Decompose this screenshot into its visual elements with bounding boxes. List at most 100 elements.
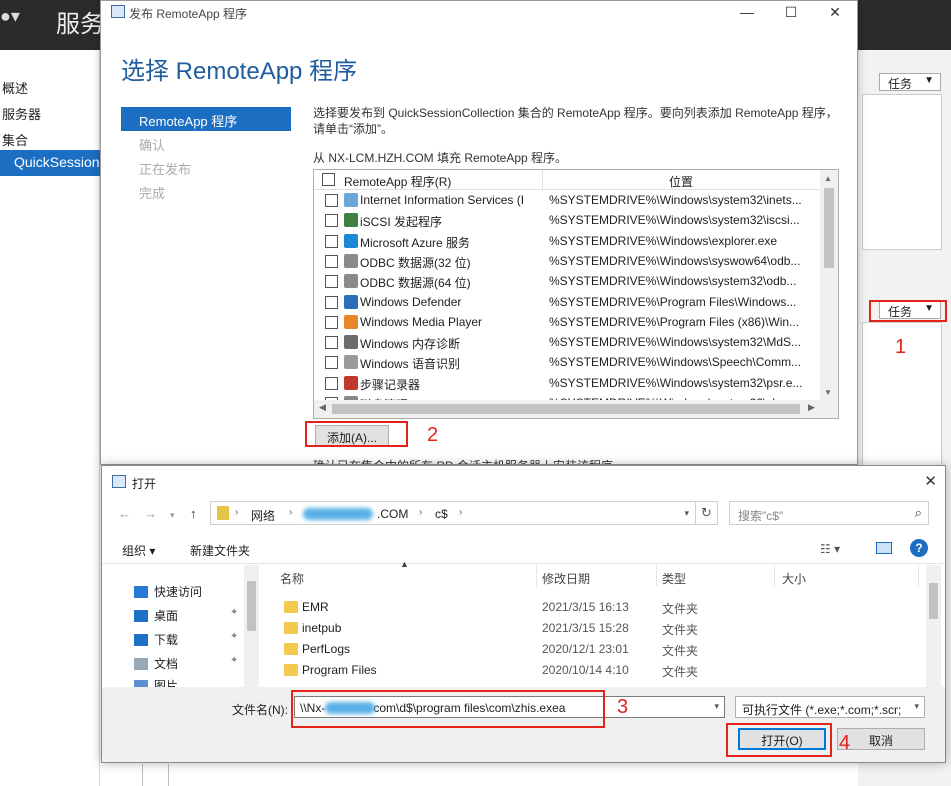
program-row[interactable]: Microsoft Azure 服务 %SYSTEMDRIVE%\Windows\… bbox=[314, 231, 820, 251]
filetype-select[interactable]: 可执行文件 (*.exe;*.com;*.scr; ▾ bbox=[735, 696, 925, 718]
tasks-dropdown-top[interactable]: 任务 ▼ bbox=[879, 73, 941, 91]
breadcrumb-separator-icon[interactable]: › bbox=[419, 507, 422, 518]
column-divider[interactable] bbox=[656, 565, 657, 587]
program-row[interactable]: Windows 内存诊断 %SYSTEMDRIVE%\Windows\system… bbox=[314, 332, 820, 352]
minimize-icon[interactable]: — bbox=[725, 1, 769, 25]
program-checkbox[interactable] bbox=[325, 194, 338, 207]
program-checkbox[interactable] bbox=[325, 214, 338, 228]
scroll-thumb[interactable] bbox=[824, 188, 834, 268]
remoteapp-program-list[interactable]: RemoteApp 程序(R) 位置 Internet Information … bbox=[313, 169, 839, 419]
nav-item-servers[interactable]: 服务器 bbox=[2, 104, 41, 123]
annotation-number-3: 3 bbox=[617, 696, 629, 718]
breadcrumb-network[interactable]: 网络 bbox=[251, 507, 275, 524]
program-location: %SYSTEMDRIVE%\Windows\system32\iscsi... bbox=[549, 213, 800, 228]
program-checkbox[interactable] bbox=[325, 275, 338, 289]
pin-icon[interactable]: ✦ bbox=[230, 607, 238, 618]
program-row[interactable]: ODBC 数据源(64 位) %SYSTEMDRIVE%\Windows\syst… bbox=[314, 271, 820, 291]
scroll-thumb[interactable] bbox=[929, 583, 938, 619]
new-folder-button[interactable]: 新建文件夹 bbox=[190, 542, 250, 559]
file-row[interactable]: PerfLogs 2020/12/1 23:01 文件夹 bbox=[270, 639, 920, 660]
scroll-left-icon[interactable]: ◀ bbox=[319, 402, 326, 413]
pin-icon[interactable]: ✦ bbox=[230, 655, 238, 666]
organize-button[interactable]: 组织 ▾ bbox=[122, 542, 155, 559]
vertical-scrollbar[interactable]: ▲ ▼ bbox=[820, 170, 838, 402]
column-header-location[interactable]: 位置 bbox=[669, 173, 693, 190]
tree-item[interactable]: 快速访问 bbox=[134, 583, 202, 603]
file-row[interactable]: inetpub 2021/3/15 15:28 文件夹 bbox=[270, 618, 920, 639]
column-divider[interactable] bbox=[774, 565, 775, 587]
program-checkbox[interactable] bbox=[325, 336, 338, 350]
column-header-date[interactable]: 修改日期 bbox=[542, 570, 590, 587]
select-all-checkbox[interactable] bbox=[322, 173, 335, 186]
program-row[interactable]: 步骤记录器 %SYSTEMDRIVE%\Windows\system32\psr.… bbox=[314, 373, 820, 393]
program-row[interactable]: Windows 语音识别 %SYSTEMDRIVE%\Windows\Speech… bbox=[314, 352, 820, 372]
file-list-scrollbar[interactable] bbox=[926, 565, 941, 687]
back-arrow-icon[interactable]: ← bbox=[118, 506, 131, 521]
column-header-program[interactable]: RemoteApp 程序(R) bbox=[344, 173, 451, 190]
program-checkbox[interactable] bbox=[325, 295, 338, 309]
file-date: 2021/3/15 16:13 bbox=[542, 600, 629, 614]
search-input[interactable]: 搜索"c$" ⌕ bbox=[729, 501, 929, 525]
file-name: Program Files bbox=[302, 663, 377, 677]
recent-chevron-icon[interactable]: ▾ bbox=[170, 510, 175, 521]
program-checkbox[interactable] bbox=[325, 376, 338, 390]
navigation-tree: 快速访问 桌面 ✦ 下载 ✦ 文档 ✦ 图片 bbox=[102, 565, 259, 693]
scroll-up-icon[interactable]: ▲ bbox=[824, 174, 832, 183]
tree-item[interactable]: 文档 ✦ bbox=[134, 655, 238, 675]
breadcrumb-host[interactable]: .COM bbox=[377, 507, 408, 521]
program-checkbox[interactable] bbox=[325, 254, 338, 268]
forward-arrow-icon[interactable]: → bbox=[144, 506, 157, 521]
tree-scrollbar[interactable] bbox=[244, 565, 259, 687]
tree-item[interactable]: 下载 ✦ bbox=[134, 631, 238, 651]
nav-item-quicksession[interactable]: QuickSession bbox=[0, 150, 100, 176]
program-location: %SYSTEMDRIVE%\Windows\Speech\Comm... bbox=[549, 355, 802, 370]
scroll-thumb[interactable] bbox=[247, 581, 256, 631]
program-row[interactable]: ODBC 数据源(32 位) %SYSTEMDRIVE%\Windows\sysw… bbox=[314, 251, 820, 271]
step-confirm: 确认 bbox=[139, 138, 166, 153]
file-row[interactable]: EMR 2021/3/15 16:13 文件夹 bbox=[270, 597, 920, 618]
view-options-icon[interactable]: ☷ ▾ bbox=[820, 542, 840, 556]
menu-arrow-icon[interactable]: ●▾ bbox=[0, 6, 20, 27]
column-divider[interactable] bbox=[918, 565, 919, 587]
pin-icon[interactable]: ✦ bbox=[230, 631, 238, 642]
program-checkbox[interactable] bbox=[325, 315, 338, 329]
scroll-right-icon[interactable]: ▶ bbox=[808, 402, 815, 413]
nav-item-overview[interactable]: 概述 bbox=[2, 78, 28, 97]
nav-item-collections[interactable]: 集合 bbox=[2, 130, 28, 149]
program-row[interactable]: Windows Media Player %SYSTEMDRIVE%\Progra… bbox=[314, 312, 820, 332]
program-checkbox[interactable] bbox=[325, 234, 338, 248]
column-header-type[interactable]: 类型 bbox=[662, 570, 686, 587]
program-row[interactable]: iSCSI 发起程序 %SYSTEMDRIVE%\Windows\system32… bbox=[314, 210, 820, 230]
step-remoteapp-programs[interactable]: RemoteApp 程序 bbox=[121, 107, 291, 131]
breadcrumb-separator-icon[interactable]: › bbox=[289, 507, 292, 518]
scroll-thumb[interactable] bbox=[332, 404, 800, 414]
program-row[interactable]: Windows Defender %SYSTEMDRIVE%\Program Fi… bbox=[314, 292, 820, 312]
scroll-down-icon[interactable]: ▼ bbox=[824, 388, 832, 397]
breadcrumb-separator-icon[interactable]: › bbox=[235, 507, 238, 518]
tree-item[interactable]: 桌面 ✦ bbox=[134, 607, 238, 627]
horizontal-scrollbar[interactable]: ◀ ▶ bbox=[314, 400, 838, 418]
column-header-size[interactable]: 大小 bbox=[782, 570, 806, 587]
column-divider[interactable] bbox=[536, 565, 537, 587]
filetype-dropdown-icon[interactable]: ▾ bbox=[914, 701, 919, 712]
wizard-titlebar: 发布 RemoteApp 程序 — ☐ ✕ bbox=[101, 1, 857, 25]
cancel-button[interactable]: 取消 bbox=[837, 728, 925, 750]
address-dropdown-icon[interactable]: ▾ bbox=[684, 508, 689, 519]
filename-dropdown-icon[interactable]: ▾ bbox=[714, 701, 719, 712]
refresh-icon[interactable]: ↻ bbox=[695, 502, 717, 524]
column-divider[interactable] bbox=[542, 170, 543, 190]
close-icon[interactable]: ✕ bbox=[924, 472, 937, 490]
step-complete: 完成 bbox=[139, 186, 166, 201]
file-row[interactable]: Program Files 2020/10/14 4:10 文件夹 bbox=[270, 660, 920, 681]
close-icon[interactable]: ✕ bbox=[813, 1, 857, 25]
help-icon[interactable]: ? bbox=[910, 539, 928, 557]
column-header-name[interactable]: 名称 bbox=[280, 570, 304, 587]
maximize-icon[interactable]: ☐ bbox=[769, 1, 813, 25]
breadcrumb-separator-icon[interactable]: › bbox=[459, 507, 462, 518]
preview-pane-icon[interactable] bbox=[876, 542, 892, 554]
up-arrow-icon[interactable]: ↑ bbox=[190, 506, 197, 521]
breadcrumb-share[interactable]: c$ bbox=[435, 507, 448, 521]
address-bar[interactable]: › 网络 › .COM › c$ › ▾ ↻ bbox=[210, 501, 718, 525]
program-row[interactable]: Internet Information Services (I %SYSTEMD… bbox=[314, 190, 820, 210]
program-checkbox[interactable] bbox=[325, 356, 338, 370]
